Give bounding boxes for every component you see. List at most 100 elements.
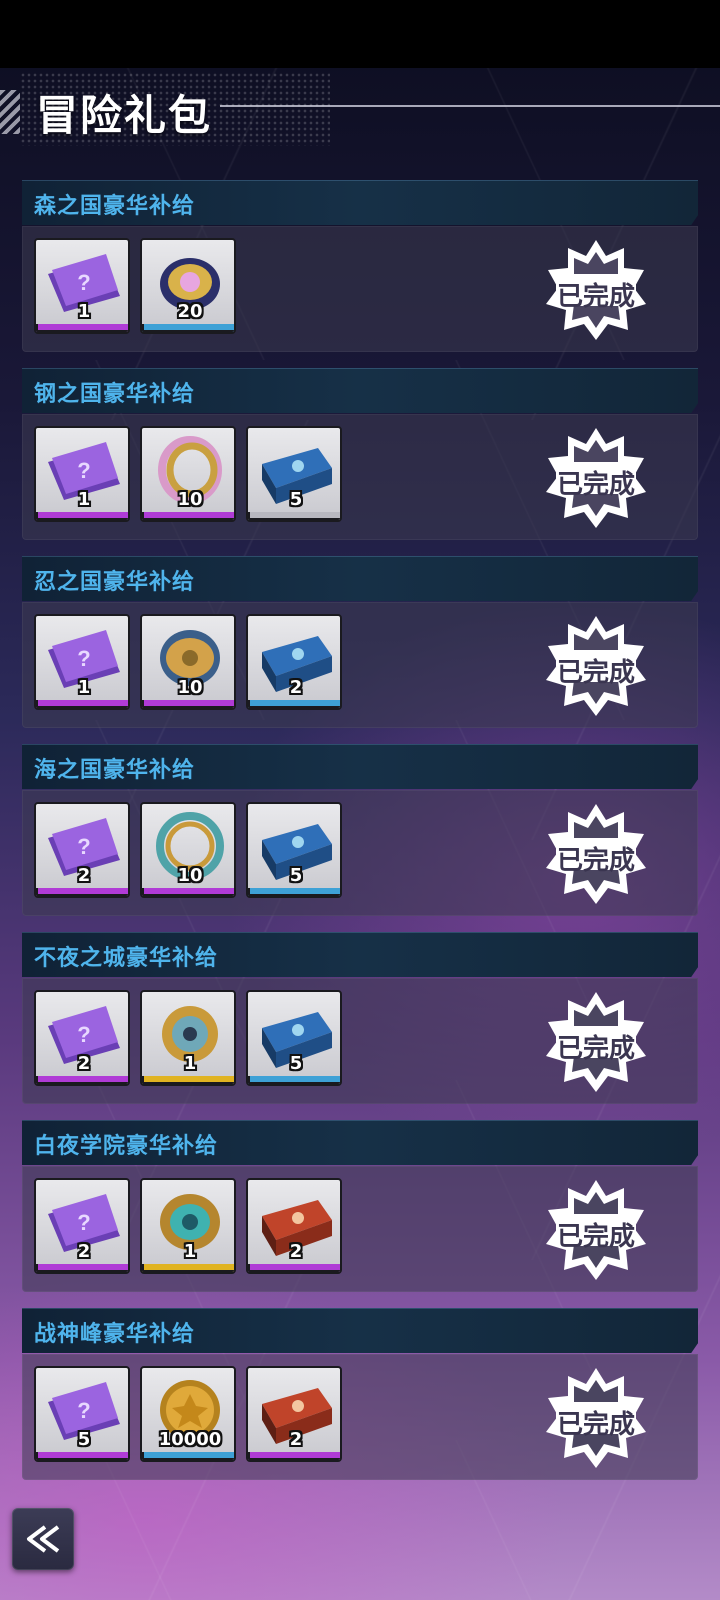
rarity-bar [142, 700, 234, 708]
badge-label: 已完成 [556, 470, 635, 500]
reward-quantity: 5 [289, 489, 303, 510]
pack-panel: 森之国豪华补给 ? 1 20 已完成 [22, 180, 698, 352]
reward-quantity: 10000 [158, 1429, 222, 1450]
reward-item-frame: 2 [246, 1366, 342, 1462]
pack-header: 白夜学院豪华补给 [22, 1120, 698, 1165]
reward-quantity: 1 [183, 1053, 197, 1074]
reward-quantity: 10 [177, 677, 203, 698]
completed-badge: 已完成 [544, 426, 648, 530]
reward-item[interactable]: 5 [246, 990, 342, 1094]
reward-quantity: 10 [177, 489, 203, 510]
reward-item[interactable]: 5 [246, 426, 342, 530]
rarity-bar [142, 888, 234, 896]
reward-quantity: 5 [77, 1429, 91, 1450]
rarity-bar [36, 324, 128, 332]
rarity-bar [36, 512, 128, 520]
rarity-bar [142, 1076, 234, 1084]
pack-header: 钢之国豪华补给 [22, 368, 698, 413]
pack-rewards: ? 1 20 已完成 [22, 226, 698, 352]
pack-panel: 不夜之城豪华补给 ? 2 1 5 已完成 [22, 932, 698, 1104]
rarity-bar [36, 700, 128, 708]
badge-label: 已完成 [556, 846, 635, 876]
reward-item[interactable]: 10 [140, 802, 236, 906]
header-stripes [0, 90, 20, 134]
reward-item[interactable]: 20 [140, 238, 236, 342]
pack-rewards: ? 1 10 5 已完成 [22, 414, 698, 540]
svg-text:?: ? [77, 1210, 90, 1235]
rarity-bar [248, 888, 340, 896]
reward-item-frame: 2 [246, 614, 342, 710]
reward-item[interactable]: 2 [246, 1178, 342, 1282]
badge-label: 已完成 [556, 1222, 635, 1252]
reward-item[interactable]: 5 [246, 802, 342, 906]
reward-item-frame: ? 1 [34, 614, 130, 710]
pack-panel: 钢之国豪华补给 ? 1 10 5 已完成 [22, 368, 698, 540]
pack-rewards: ? 5 10000 2 已完成 [22, 1354, 698, 1480]
reward-item-frame: ? 5 [34, 1366, 130, 1462]
reward-item-frame: 1 [140, 1178, 236, 1274]
reward-item-frame: ? 2 [34, 802, 130, 898]
reward-item[interactable]: 10 [140, 614, 236, 718]
reward-item[interactable]: ? 2 [34, 1178, 130, 1282]
svg-text:?: ? [77, 270, 90, 295]
reward-item-frame: ? 2 [34, 1178, 130, 1274]
badge-label: 已完成 [556, 282, 635, 312]
pack-panel: 战神峰豪华补给 ? 5 10000 2 已完成 [22, 1308, 698, 1480]
svg-text:?: ? [77, 1022, 90, 1047]
reward-item[interactable]: 1 [140, 990, 236, 1094]
completed-badge: 已完成 [544, 614, 648, 718]
rarity-bar [142, 1452, 234, 1460]
reward-item[interactable]: ? 2 [34, 802, 130, 906]
reward-item[interactable]: ? 5 [34, 1366, 130, 1470]
reward-item[interactable]: 1 [140, 1178, 236, 1282]
rarity-bar [248, 1076, 340, 1084]
completed-badge: 已完成 [544, 1366, 648, 1470]
reward-item[interactable]: 2 [246, 614, 342, 718]
badge-label: 已完成 [556, 1410, 635, 1440]
rarity-bar [142, 512, 234, 520]
back-button[interactable] [12, 1508, 74, 1570]
completed-badge: 已完成 [544, 802, 648, 906]
page-header: 冒险礼包 [0, 68, 720, 146]
pack-panel: 忍之国豪华补给 ? 1 10 2 已完成 [22, 556, 698, 728]
status-bar [0, 0, 720, 68]
reward-item-frame: ? 2 [34, 990, 130, 1086]
reward-item-frame: 5 [246, 990, 342, 1086]
header-divider [220, 105, 720, 107]
reward-item[interactable]: ? 2 [34, 990, 130, 1094]
pack-header: 森之国豪华补给 [22, 180, 698, 225]
double-chevron-left-icon [27, 1525, 60, 1553]
completed-badge: 已完成 [544, 238, 648, 342]
reward-item[interactable]: 10000 [140, 1366, 236, 1470]
reward-quantity: 1 [77, 489, 91, 510]
rarity-bar [142, 1264, 234, 1272]
reward-item-frame: ? 1 [34, 238, 130, 334]
reward-item-frame: 10 [140, 802, 236, 898]
pack-title: 战神峰豪华补给 [34, 1322, 196, 1347]
reward-quantity: 2 [77, 1241, 91, 1262]
reward-item[interactable]: ? 1 [34, 426, 130, 530]
rarity-bar [248, 512, 340, 520]
reward-quantity: 5 [289, 1053, 303, 1074]
reward-quantity: 2 [289, 677, 303, 698]
reward-item-frame: 2 [246, 1178, 342, 1274]
reward-quantity: 5 [289, 865, 303, 886]
rarity-bar [36, 1452, 128, 1460]
reward-item[interactable]: ? 1 [34, 238, 130, 342]
pack-header: 忍之国豪华补给 [22, 556, 698, 601]
reward-item-frame: 10 [140, 614, 236, 710]
completed-badge: 已完成 [544, 990, 648, 1094]
reward-item[interactable]: ? 1 [34, 614, 130, 718]
pack-header: 战神峰豪华补给 [22, 1308, 698, 1353]
pack-title: 忍之国豪华补给 [34, 570, 196, 595]
reward-item[interactable]: 10 [140, 426, 236, 530]
rarity-bar [36, 888, 128, 896]
reward-item-frame: 5 [246, 802, 342, 898]
pack-panel: 海之国豪华补给 ? 2 10 5 已完成 [22, 744, 698, 916]
pack-rewards: ? 2 1 2 已完成 [22, 1166, 698, 1292]
reward-quantity: 10 [177, 865, 203, 886]
badge-label: 已完成 [556, 658, 635, 688]
pack-title: 森之国豪华补给 [34, 194, 196, 219]
pack-rewards: ? 1 10 2 已完成 [22, 602, 698, 728]
reward-item[interactable]: 2 [246, 1366, 342, 1470]
